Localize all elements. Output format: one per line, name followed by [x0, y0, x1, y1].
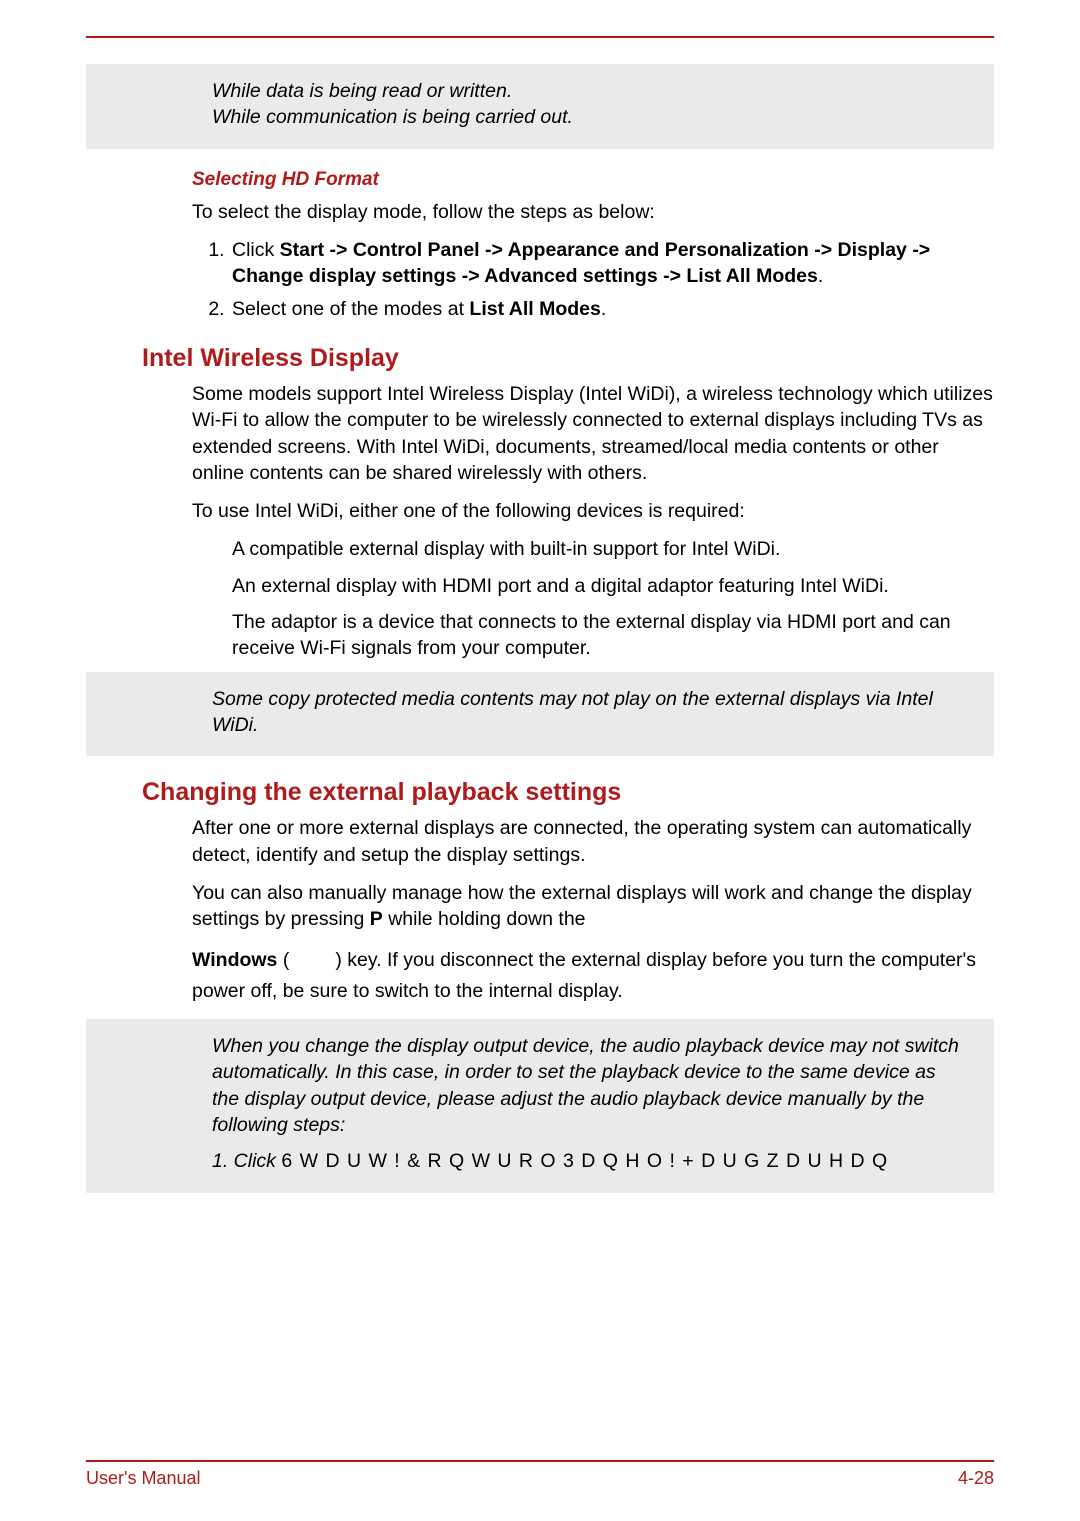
note-line: While data is being read or written. — [212, 78, 966, 104]
note-line: While communication is being carried out… — [212, 104, 966, 130]
garbled-text: 6 W D U W ! & R Q W U R O 3 D Q H O ! + … — [281, 1150, 888, 1172]
text: ( — [277, 949, 289, 971]
playback-block: After one or more external displays are … — [86, 815, 994, 1192]
text: ) key. If you disconnect the external di… — [192, 949, 976, 1002]
note-box-widi: Some copy protected media contents may n… — [86, 672, 994, 757]
content-column: While data is being read or written. Whi… — [86, 64, 994, 322]
note-step: 1. Click 6 W D U W ! & R Q W U R O 3 D Q… — [212, 1148, 966, 1174]
note-box-top: While data is being read or written. Whi… — [86, 64, 994, 149]
text: Select one of the modes at — [232, 298, 469, 320]
bullet-item: An external display with HDMI port and a… — [232, 573, 994, 599]
paragraph: To select the display mode, follow the s… — [192, 199, 994, 225]
bold-text: List All Modes — [469, 298, 600, 320]
bullet-item: The adaptor is a device that connects to… — [232, 609, 994, 662]
bold-text: Start -> Control Panel -> Appearance and… — [232, 239, 930, 287]
page: While data is being read or written. Whi… — [0, 0, 1080, 1521]
widi-block: Some models support Intel Wireless Displ… — [86, 381, 994, 756]
note-paragraph: When you change the display output devic… — [212, 1033, 966, 1138]
step-item: Click Start -> Control Panel -> Appearan… — [230, 237, 994, 290]
footer: User's Manual 4-28 — [86, 1460, 994, 1489]
step-item: Select one of the modes at List All Mode… — [230, 296, 994, 322]
text: 1. Click — [212, 1150, 281, 1172]
text: . — [818, 265, 823, 287]
bullet-block: A compatible external display with built… — [192, 536, 994, 661]
ordered-steps: Click Start -> Control Panel -> Appearan… — [192, 237, 994, 322]
subheading-selecting-hd: Selecting HD Format — [192, 169, 994, 191]
note-text: Some copy protected media contents may n… — [212, 688, 933, 736]
bold-text: P — [370, 908, 383, 930]
footer-right: 4-28 — [958, 1468, 994, 1489]
text: . — [601, 298, 606, 320]
top-rule — [86, 36, 994, 38]
paragraph: After one or more external displays are … — [192, 815, 994, 868]
paragraph: Windows () key. If you disconnect the ex… — [192, 945, 994, 1007]
footer-left: User's Manual — [86, 1468, 200, 1489]
text: Click — [232, 239, 280, 261]
text: while holding down the — [383, 908, 586, 930]
heading-playback: Changing the external playback settings — [142, 778, 994, 807]
bullet-item: A compatible external display with built… — [232, 536, 994, 562]
heading-intel-widi: Intel Wireless Display — [142, 344, 994, 373]
note-box-playback: When you change the display output devic… — [86, 1019, 994, 1193]
paragraph: To use Intel WiDi, either one of the fol… — [192, 498, 994, 524]
bold-text: Windows — [192, 949, 277, 971]
paragraph: You can also manually manage how the ext… — [192, 880, 994, 933]
paragraph: Some models support Intel Wireless Displ… — [192, 381, 994, 486]
